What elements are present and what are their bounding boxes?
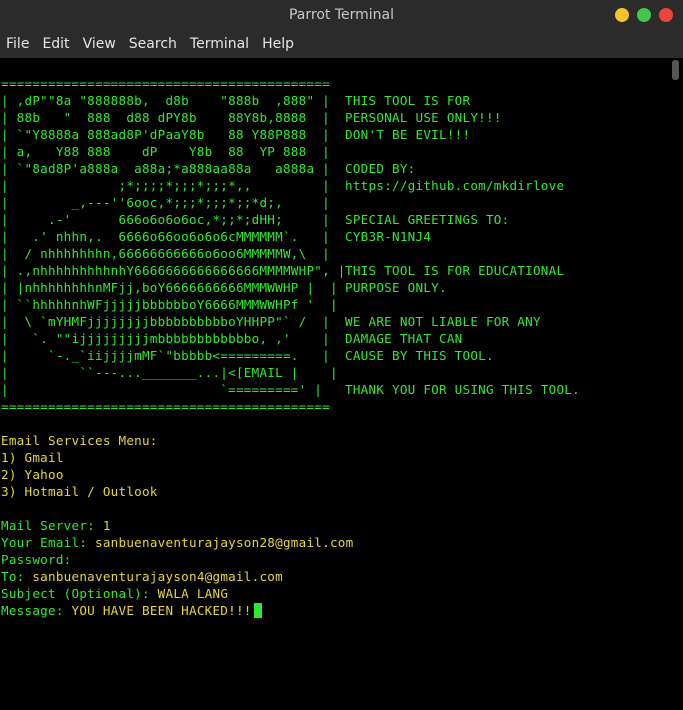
banner-note-line: PURPOSE ONLY.	[345, 280, 447, 295]
ascii-art-line: | .,nhhhhhhhhhnhY6666666666666666MMMMWHP…	[1, 263, 346, 278]
menu-file[interactable]: File	[6, 36, 29, 52]
password-line: Password:	[1, 551, 72, 568]
banner-note-line: https://github.com/mkdirlove	[345, 178, 565, 193]
menu-option-gmail: 1) Gmail	[1, 450, 64, 465]
message-label: Message:	[1, 603, 72, 618]
banner-note-line: DAMAGE THAT CAN	[345, 331, 463, 346]
ascii-art-line: | `=========' |	[1, 382, 323, 397]
ascii-art-line: | .' nhhn,. 6666o66oo6o6o6cMMMMMM`. |	[1, 229, 330, 244]
ascii-art-line: | \ `mYHMFjjjjjjjjbbbbbbbbbboYHHPP"` / |	[1, 314, 330, 329]
text-cursor	[253, 603, 262, 618]
ascii-art-line: | 88b " 888 d88 dPY8b 88Y8b,8888 |	[1, 110, 330, 125]
mail-server-line: Mail Server: 1	[1, 517, 111, 534]
window-title: Parrot Terminal	[288, 7, 395, 23]
ascii-art-line: | ``---..._______...|<[EMAIL | |	[1, 365, 338, 380]
menu-help[interactable]: Help	[262, 36, 294, 52]
banner-note-line: WE ARE NOT LIABLE FOR ANY	[345, 314, 541, 329]
subject-value: WALA LANG	[157, 586, 229, 601]
mail-server-value: 1	[102, 518, 111, 533]
maximize-button[interactable]	[637, 8, 651, 22]
ascii-art-line: | ,dP""8a "888888b, d8b "888b ,888" |	[1, 93, 330, 108]
minimize-button[interactable]	[615, 8, 629, 22]
banner-note-line: CYB3R-N1NJ4	[345, 229, 432, 244]
your-email-label: Your Email:	[1, 535, 95, 550]
mail-server-label: Mail Server:	[1, 518, 103, 533]
to-value: sanbuenaventurajayson4@gmail.com	[32, 569, 283, 584]
ascii-art-line: | |nhhhhhhhhnMFjj,boY6666666666MMMWWHP |…	[1, 280, 338, 295]
ascii-art-line: | `"Y8888a 888ad8P'dPaaY8b 88 Y88P888 |	[1, 127, 330, 142]
subject-line: Subject (Optional): WALA LANG	[1, 585, 228, 602]
banner-border-top: ========================================…	[1, 76, 330, 91]
ascii-art-line: | ``hhhhhnhWFjjjjjbbbbbboY6666MMMWWHPf '…	[1, 297, 338, 312]
ascii-art-line: | `-._`iijjjjmMF`"bbbbb<=========. |	[1, 348, 330, 363]
menu-edit[interactable]: Edit	[42, 36, 69, 52]
your-email-line: Your Email: sanbuenaventurajayson28@gmai…	[1, 534, 353, 551]
password-label: Password:	[1, 552, 72, 567]
menu-search[interactable]: Search	[129, 36, 177, 52]
message-value: YOU HAVE BEEN HACKED!!!	[71, 603, 252, 618]
banner-note-line: PERSONAL USE ONLY!!!	[345, 110, 502, 125]
terminal-window: Parrot Terminal File Edit View Search Te…	[0, 0, 683, 710]
title-bar[interactable]: Parrot Terminal	[0, 0, 683, 30]
menu-option-hotmail: 3) Hotmail / Outlook	[1, 484, 158, 499]
email-menu-title: Email Services Menu:	[1, 433, 158, 448]
to-label: To:	[1, 569, 33, 584]
terminal-output[interactable]: ========================================…	[0, 58, 670, 710]
banner-note-line: THIS TOOL IS FOR	[345, 93, 471, 108]
banner-note-line: DON'T BE EVIL!!!	[345, 127, 471, 142]
ascii-art-line: | _,---''6ooc,*;;;*;;;*;;*d;, |	[1, 195, 330, 210]
banner-border-bottom: ========================================…	[1, 399, 330, 414]
to-line: To: sanbuenaventurajayson4@gmail.com	[1, 568, 283, 585]
subject-label: Subject (Optional):	[1, 586, 158, 601]
ascii-art-line: | a, Y88 888 dP Y8b 88 YP 888 |	[1, 144, 330, 159]
scrollbar-thumb[interactable]	[672, 60, 679, 80]
banner-note-line: SPECIAL GREETINGS TO:	[345, 212, 510, 227]
ascii-art-line: | .-' 666o6o6o6oc,*;;*;dHH; |	[1, 212, 330, 227]
menu-bar: File Edit View Search Terminal Help	[0, 30, 683, 58]
banner-note-line: CAUSE BY THIS TOOL.	[345, 348, 494, 363]
menu-view[interactable]: View	[83, 36, 116, 52]
menu-terminal[interactable]: Terminal	[190, 36, 249, 52]
ascii-art-line: | ;*;;;;*;;;*;;;*,, |	[1, 178, 330, 193]
menu-option-yahoo: 2) Yahoo	[1, 467, 64, 482]
close-button[interactable]	[659, 8, 673, 22]
ascii-art-line: | `"8ad8P'a888a a88a;*a888aa88a a888a |	[1, 161, 330, 176]
window-controls	[615, 8, 673, 22]
ascii-art-line: | `. ""ijjjjjjjjjmbbbbbbbbbbbbo, ,' |	[1, 331, 330, 346]
banner-note-line: CODED BY:	[345, 161, 416, 176]
banner-note-line: THIS TOOL IS FOR EDUCATIONAL	[345, 263, 565, 278]
ascii-art-line: | / nhhhhhhhn,66666666666o6oo6MMMMMW,\ |	[1, 246, 330, 261]
your-email-value: sanbuenaventurajayson28@gmail.com	[95, 535, 354, 550]
scrollbar-track[interactable]	[670, 58, 683, 710]
message-line: Message: YOU HAVE BEEN HACKED!!!	[1, 602, 262, 619]
banner-note-line: THANK YOU FOR USING THIS TOOL.	[345, 382, 580, 397]
